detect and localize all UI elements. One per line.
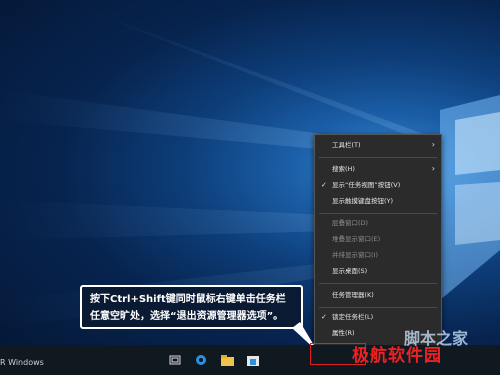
menu-item[interactable]: 工具栏(T) › [315,139,441,151]
menu-item-label: 显示桌面(S) [332,267,368,275]
menu-item[interactable]: 搜索(H) › [315,163,441,175]
chevron-right-icon: › [431,140,435,149]
menu-separator [319,307,437,308]
menu-item[interactable]: 显示触摸键盘按钮(Y) [315,195,441,207]
check-icon: ✓ [321,313,327,321]
menu-item-label: 锁定任务栏(L) [332,313,374,321]
menu-item[interactable]: 任务管理器(K) [315,289,441,301]
menu-item-label: 并排显示窗口(I) [332,251,378,259]
menu-separator [319,213,437,214]
menu-item[interactable]: ✓ 显示“任务视图”按钮(V) [315,179,441,191]
menu-separator [319,283,437,284]
callout-line-2: 任意空旷处，选择“退出资源管理器选项”。 [90,311,284,322]
task-view-icon[interactable] [167,352,183,368]
menu-item: 并排显示窗口(I) [315,249,441,261]
menu-item-label: 工具栏(T) [332,141,361,149]
check-icon: ✓ [321,181,327,189]
taskbar-search-text[interactable]: R Windows [0,358,44,367]
menu-item[interactable]: ✓ 锁定任务栏(L) [315,311,441,323]
instruction-callout: 按下Ctrl+Shift键同时鼠标右键单击任务栏 任意空旷处，选择“退出资源管理… [80,285,303,329]
edge-icon[interactable] [193,352,209,368]
store-icon[interactable] [245,352,261,368]
menu-item-label: 显示触摸键盘按钮(Y) [332,197,394,205]
callout-line-1: 按下Ctrl+Shift键同时鼠标右键单击任务栏 [90,294,286,305]
watermark-text: 极航软件园 [352,346,442,366]
menu-item[interactable]: 显示桌面(S) [315,265,441,277]
menu-item-label: 堆叠显示窗口(E) [332,235,381,243]
menu-item-label: 属性(R) [332,329,355,337]
menu-item: 堆叠显示窗口(E) [315,233,441,245]
menu-item-label: 显示“任务视图”按钮(V) [332,181,401,189]
chevron-right-icon: › [431,164,435,173]
menu-item-label: 任务管理器(K) [332,291,374,299]
menu-item-label: 搜索(H) [332,165,355,173]
taskbar-context-menu: 工具栏(T) › 搜索(H) › ✓ 显示“任务视图”按钮(V) 显示触摸键盘按钮(Y) 层叠… [314,134,442,353]
file-explorer-icon[interactable] [219,352,235,368]
menu-separator [319,157,437,158]
menu-item-label: 层叠窗口(D) [332,219,369,227]
menu-item: 层叠窗口(D) [315,217,441,229]
